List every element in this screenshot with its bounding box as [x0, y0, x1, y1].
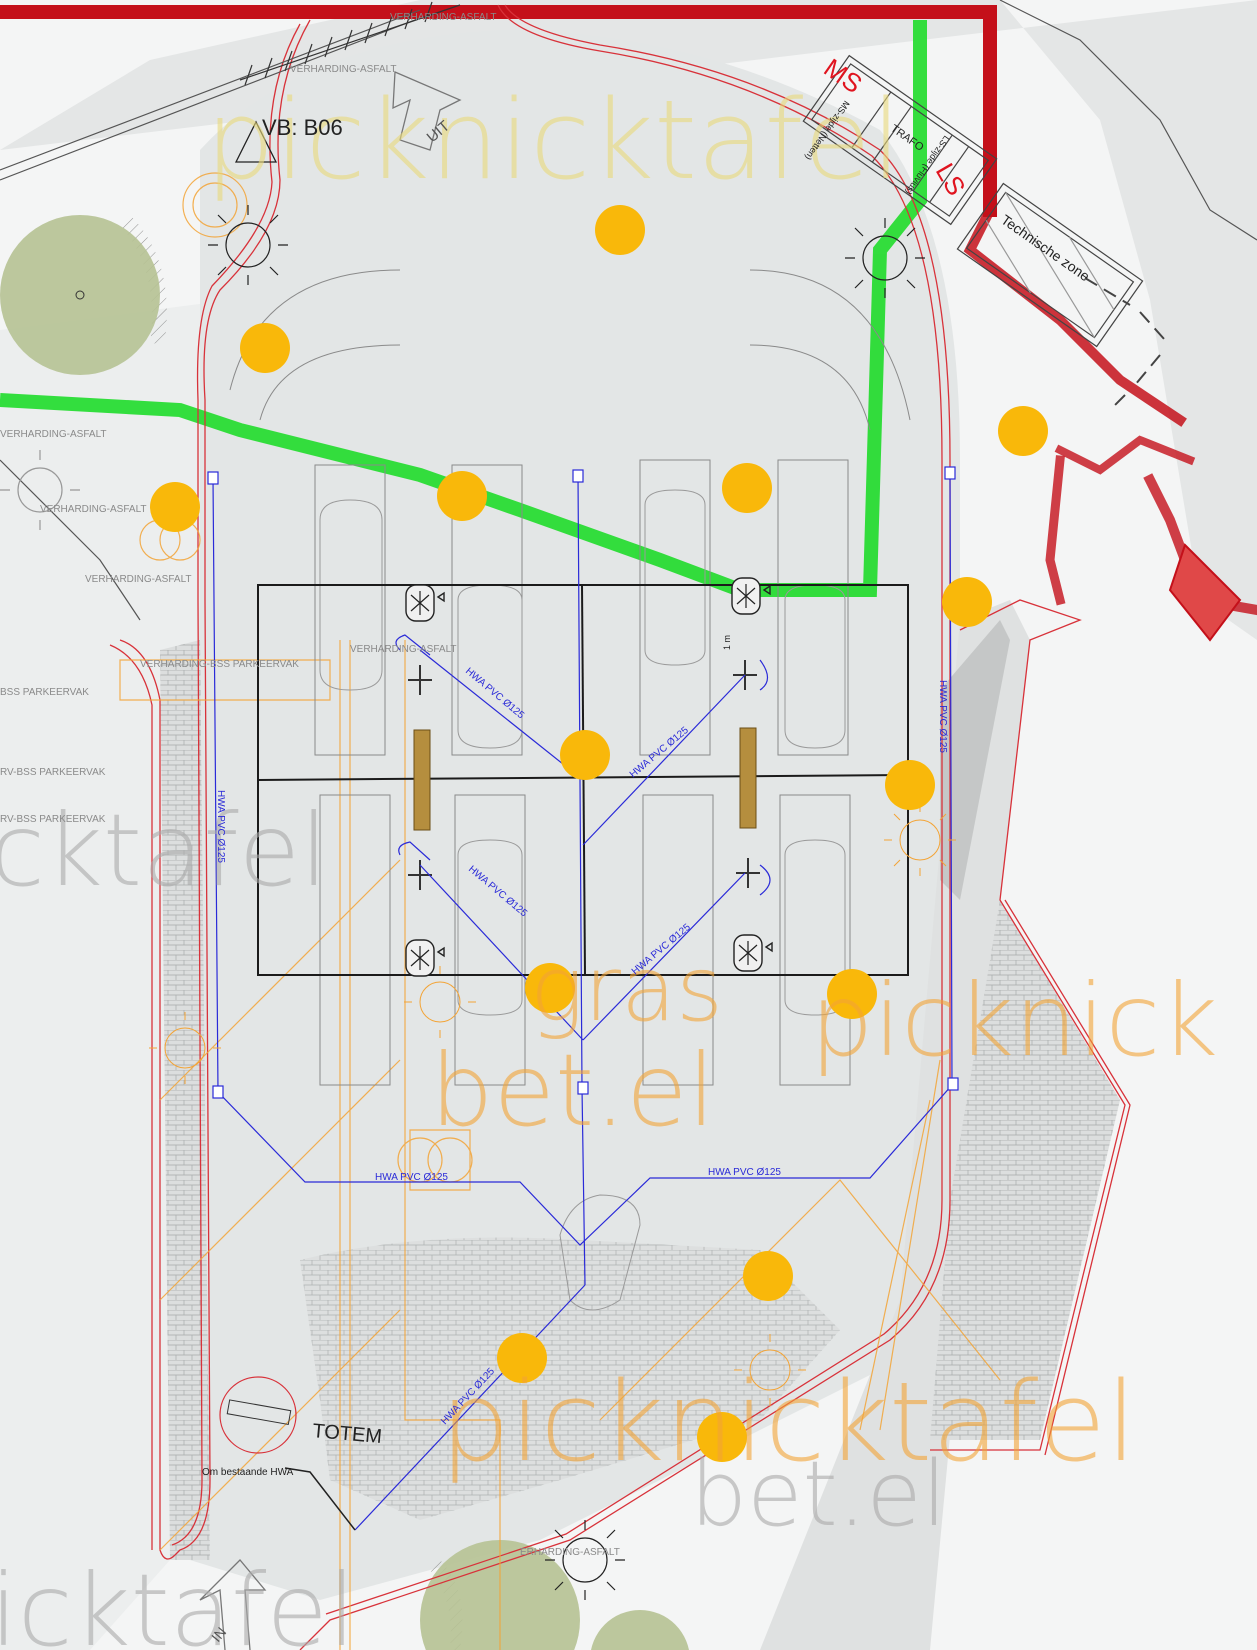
technische-zone-label: Technische zone	[998, 211, 1093, 284]
tree-bottom-right	[591, 1610, 689, 1650]
one-m-label: 1 m	[722, 635, 732, 650]
light-marker	[560, 730, 610, 780]
svg-text:bet.el: bet.el	[690, 1442, 947, 1547]
svg-text:VERHARDING-ASFALT: VERHARDING-ASFALT	[0, 429, 107, 440]
light-marker	[885, 760, 935, 810]
svg-text:gras: gras	[530, 937, 723, 1042]
light-marker	[595, 205, 645, 255]
svg-text:ERHARDING-ASFALT: ERHARDING-ASFALT	[520, 1547, 620, 1558]
light-marker	[743, 1251, 793, 1301]
light-marker	[942, 577, 992, 627]
tree-top-left	[0, 215, 160, 375]
svg-text:VERHARDING-ASFALT: VERHARDING-ASFALT	[85, 574, 192, 585]
hwa-label: HWA PVC Ø125	[375, 1172, 448, 1183]
svg-text:VERHARDING-ASFALT: VERHARDING-ASFALT	[290, 64, 397, 75]
svg-text:picknick: picknick	[810, 962, 1218, 1079]
site-plan-drawing: picknicktafel picknick gras bet.el pickn…	[0, 0, 1257, 1650]
hwa-label: HWA PVC Ø125	[708, 1167, 781, 1178]
svg-text:VERHARDING-ASFALT: VERHARDING-ASFALT	[40, 504, 147, 515]
svg-text:BSS PARKEERVAK: BSS PARKEERVAK	[0, 687, 89, 698]
light-marker	[722, 463, 772, 513]
svg-text:VERHARDING-BSS PARKEERVAK: VERHARDING-BSS PARKEERVAK	[140, 659, 299, 670]
svg-text:cktafel: cktafel	[0, 792, 328, 909]
svg-text:RV-BSS PARKEERVAK: RV-BSS PARKEERVAK	[0, 767, 106, 778]
svg-text:VERHARDING-ASFALT: VERHARDING-ASFALT	[350, 644, 457, 655]
light-marker	[998, 406, 1048, 456]
svg-text:VERHARDING-ASFALT: VERHARDING-ASFALT	[390, 12, 497, 23]
hwa-label: HWA PVC Ø125	[215, 790, 226, 863]
light-marker	[150, 482, 200, 532]
hwa-label: HWA PVC Ø125	[937, 680, 948, 753]
bestaande-hwa-label: Om bestaande HWA	[202, 1467, 294, 1478]
svg-text:bet.el: bet.el	[430, 1032, 715, 1149]
light-marker	[240, 323, 290, 373]
ls-label: LS	[930, 158, 972, 201]
svg-text:picknicktafel: picknicktafel	[205, 76, 902, 204]
svg-text:icktafel: icktafel	[0, 1552, 356, 1650]
svg-text:RV-BSS PARKEERVAK: RV-BSS PARKEERVAK	[0, 814, 106, 825]
vb-label: VB: B06	[262, 115, 343, 140]
light-marker	[437, 471, 487, 521]
